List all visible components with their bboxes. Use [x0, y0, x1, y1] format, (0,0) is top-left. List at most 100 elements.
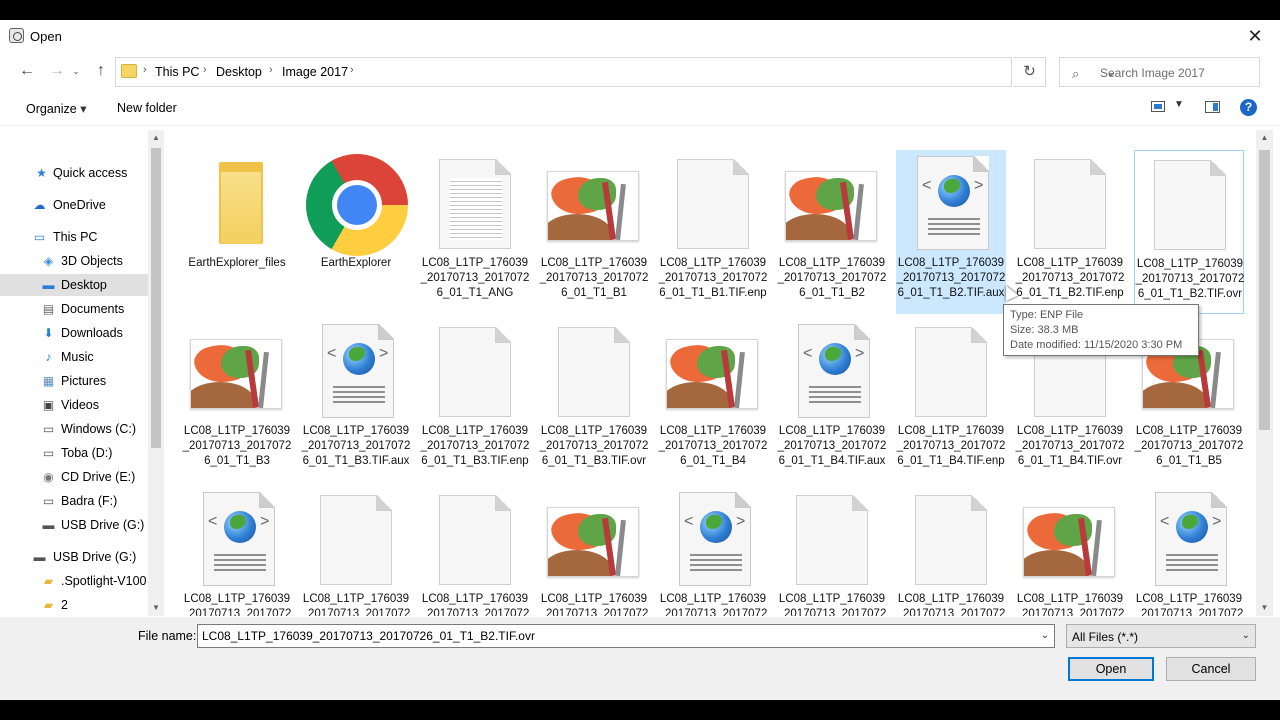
open-button[interactable]: Open — [1068, 657, 1154, 681]
file-type-select[interactable]: All Files (*.*) ⌄ — [1066, 624, 1256, 648]
nav-item-spotlight-v100[interactable]: ▰ .Spotlight-V100 — [0, 570, 148, 592]
file-item[interactable]: <> LC08_L1TP_176039_20170713_20170726_01_… — [777, 318, 887, 482]
file-list-scrollbar[interactable]: ▲ ▼ — [1256, 130, 1273, 616]
cancel-button[interactable]: Cancel — [1166, 657, 1256, 681]
scroll-down-icon[interactable]: ▼ — [148, 600, 164, 616]
nav-item-badra-f[interactable]: ▭ Badra (F:) — [0, 490, 148, 512]
nav-item-windows-c[interactable]: ▭ Windows (C:) — [0, 418, 148, 440]
file-item[interactable]: <> LC08_L1TP_176039_20170713_20170726_01_… — [896, 150, 1006, 314]
refresh-icon[interactable]: ↻ — [1014, 57, 1046, 87]
close-button[interactable]: ✕ — [1240, 23, 1270, 49]
file-item[interactable]: LC08_L1TP_176039_20170713_20170726_01_T1… — [777, 486, 887, 616]
file-list: EarthExplorer_files EarthExplorer LC08_L1T… — [165, 130, 1255, 616]
nav-item-label: Music — [61, 350, 94, 364]
nav-item-label: Desktop — [61, 278, 107, 292]
nav-item-2[interactable]: ▰ 2 — [0, 594, 148, 616]
file-item[interactable]: LC08_L1TP_176039_20170713_20170726_01_T1… — [658, 318, 768, 482]
nav-item-pictures[interactable]: ▦ Pictures — [0, 370, 148, 392]
blank-file-icon — [796, 495, 868, 585]
image-file-icon — [1023, 507, 1115, 577]
file-item[interactable]: LC08_L1TP_176039_20170713_20170726_01_T1… — [896, 486, 1006, 616]
search-box[interactable]: ⌕ Search Image 2017 — [1059, 57, 1260, 87]
chevron-down-icon: ⌄ — [1241, 630, 1250, 641]
nav-item-downloads[interactable]: ⬇ Downloads — [0, 322, 148, 344]
back-arrow-icon[interactable]: ← — [16, 59, 38, 83]
file-item[interactable]: <> LC08_L1TP_176039_20170713_20170726_01_… — [301, 318, 411, 482]
file-thumbnail — [425, 322, 525, 422]
navigation-scrollbar[interactable]: ▲ ▼ — [148, 130, 164, 616]
change-view-icon[interactable] — [1151, 101, 1165, 112]
scroll-up-icon[interactable]: ▲ — [1256, 130, 1273, 146]
scroll-up-icon[interactable]: ▲ — [148, 130, 164, 146]
image-file-icon — [785, 171, 877, 241]
breadcrumb-separator-icon[interactable]: › — [269, 64, 273, 76]
file-item[interactable]: LC08_L1TP_176039_20170713_20170726_01_T1… — [1134, 150, 1244, 314]
file-item[interactable]: LC08_L1TP_176039_20170713_20170726_01_T1… — [1015, 486, 1125, 616]
up-arrow-icon[interactable]: ↑ — [90, 59, 112, 83]
file-item[interactable]: LC08_L1TP_176039_20170713_20170726_01_T1… — [1015, 150, 1125, 314]
file-item[interactable]: LC08_L1TP_176039_20170713_20170726_01_T1… — [658, 150, 768, 314]
scroll-thumb[interactable] — [151, 148, 161, 448]
file-item[interactable]: LC08_L1TP_176039_20170713_20170726_01_T1… — [420, 318, 530, 482]
nav-item-3d-objects[interactable]: ◈ 3D Objects — [0, 250, 148, 272]
file-name: LC08_L1TP_176039_20170713_20170726_01_T1… — [658, 425, 768, 467]
window-title: Open — [30, 29, 62, 44]
nav-item-this-pc[interactable]: ▭ This PC — [0, 226, 148, 248]
video-icon: ▣ — [42, 398, 55, 412]
file-item[interactable]: EarthExplorer_files — [182, 150, 292, 314]
nav-item-toba-d[interactable]: ▭ Toba (D:) — [0, 442, 148, 464]
address-bar[interactable]: › This PC › Desktop › Image 2017 › ⌄ — [115, 57, 1116, 87]
usb-icon: ▬ — [42, 518, 55, 532]
computer-icon: ▭ — [33, 230, 46, 244]
preview-pane-icon[interactable] — [1205, 101, 1220, 113]
file-item[interactable]: LC08_L1TP_176039_20170713_20170726_01_T1… — [420, 486, 530, 616]
breadcrumb-desktop[interactable]: Desktop — [216, 65, 262, 79]
file-item[interactable]: LC08_L1TP_176039_20170713_20170726_01_T1… — [182, 318, 292, 482]
breadcrumb-separator-icon[interactable]: › — [350, 64, 354, 76]
breadcrumb-image-2017[interactable]: Image 2017 — [282, 65, 348, 79]
forward-arrow-icon[interactable]: → — [46, 59, 68, 83]
file-item[interactable]: <> LC08_L1TP_176039_20170713_20170726_01_… — [658, 486, 768, 616]
file-name-dropdown-icon[interactable]: ⌄ — [1036, 625, 1054, 647]
search-placeholder[interactable]: Search Image 2017 — [1100, 66, 1205, 80]
recent-locations-chevron-icon[interactable]: ⌄ — [69, 59, 83, 83]
nav-item-usb-drive-g[interactable]: ▬ USB Drive (G:) — [0, 514, 148, 536]
file-item[interactable]: EarthExplorer — [301, 150, 411, 314]
nav-item-videos[interactable]: ▣ Videos — [0, 394, 148, 416]
file-item[interactable]: LC08_L1TP_176039_20170713_20170726_01_T1… — [777, 150, 887, 314]
file-item[interactable]: <> LC08_L1TP_176039_20170713_20170726_01_… — [1134, 486, 1244, 616]
file-item[interactable]: LC08_L1TP_176039_20170713_20170726_01_T1… — [896, 318, 1006, 482]
file-thumbnail — [901, 322, 1001, 422]
file-name-input[interactable] — [197, 624, 1055, 648]
file-item[interactable]: LC08_L1TP_176039_20170713_20170726_01_T1… — [420, 150, 530, 314]
image-file-icon — [547, 171, 639, 241]
nav-item-music[interactable]: ♪ Music — [0, 346, 148, 368]
file-item[interactable]: <> LC08_L1TP_176039_20170713_20170726_01_… — [182, 486, 292, 616]
text-file-icon — [439, 159, 511, 249]
breadcrumb-separator-icon[interactable]: › — [143, 64, 147, 76]
new-folder-button[interactable]: New folder — [117, 101, 177, 115]
breadcrumb-separator-icon[interactable]: › — [203, 64, 207, 76]
file-item[interactable]: LC08_L1TP_176039_20170713_20170726_01_T1… — [539, 318, 649, 482]
file-name: LC08_L1TP_176039_20170713_20170726_01_T1… — [420, 593, 530, 616]
scroll-down-icon[interactable]: ▼ — [1256, 600, 1273, 616]
nav-item-usb-drive-g[interactable]: ▬ USB Drive (G:) — [0, 546, 148, 568]
help-icon[interactable]: ? — [1240, 99, 1257, 116]
scroll-thumb[interactable] — [1259, 150, 1270, 430]
file-item[interactable]: LC08_L1TP_176039_20170713_20170726_01_T1… — [301, 486, 411, 616]
view-options-chevron-icon[interactable]: ▼ — [1174, 99, 1184, 110]
nav-item-desktop[interactable]: ▬ Desktop — [0, 274, 148, 296]
nav-item-quick-access[interactable]: ★ Quick access — [0, 162, 148, 184]
file-item[interactable]: LC08_L1TP_176039_20170713_20170726_01_T1… — [539, 150, 649, 314]
nav-item-cd-drive-e[interactable]: ◉ CD Drive (E:) — [0, 466, 148, 488]
image-file-icon — [190, 339, 282, 409]
file-name: LC08_L1TP_176039_20170713_20170726_01_T1… — [1015, 257, 1125, 299]
cd-icon: ◉ — [43, 470, 54, 484]
nav-item-documents[interactable]: ▤ Documents — [0, 298, 148, 320]
nav-item-onedrive[interactable]: ☁ OneDrive — [0, 194, 148, 216]
organize-button[interactable]: Organize — [26, 101, 86, 116]
breadcrumb-this-pc[interactable]: This PC — [155, 65, 199, 79]
file-name: LC08_L1TP_176039_20170713_20170726_01_T1… — [777, 425, 887, 467]
desktop-icon: ▬ — [42, 278, 55, 292]
file-item[interactable]: LC08_L1TP_176039_20170713_20170726_01_T1… — [539, 486, 649, 616]
